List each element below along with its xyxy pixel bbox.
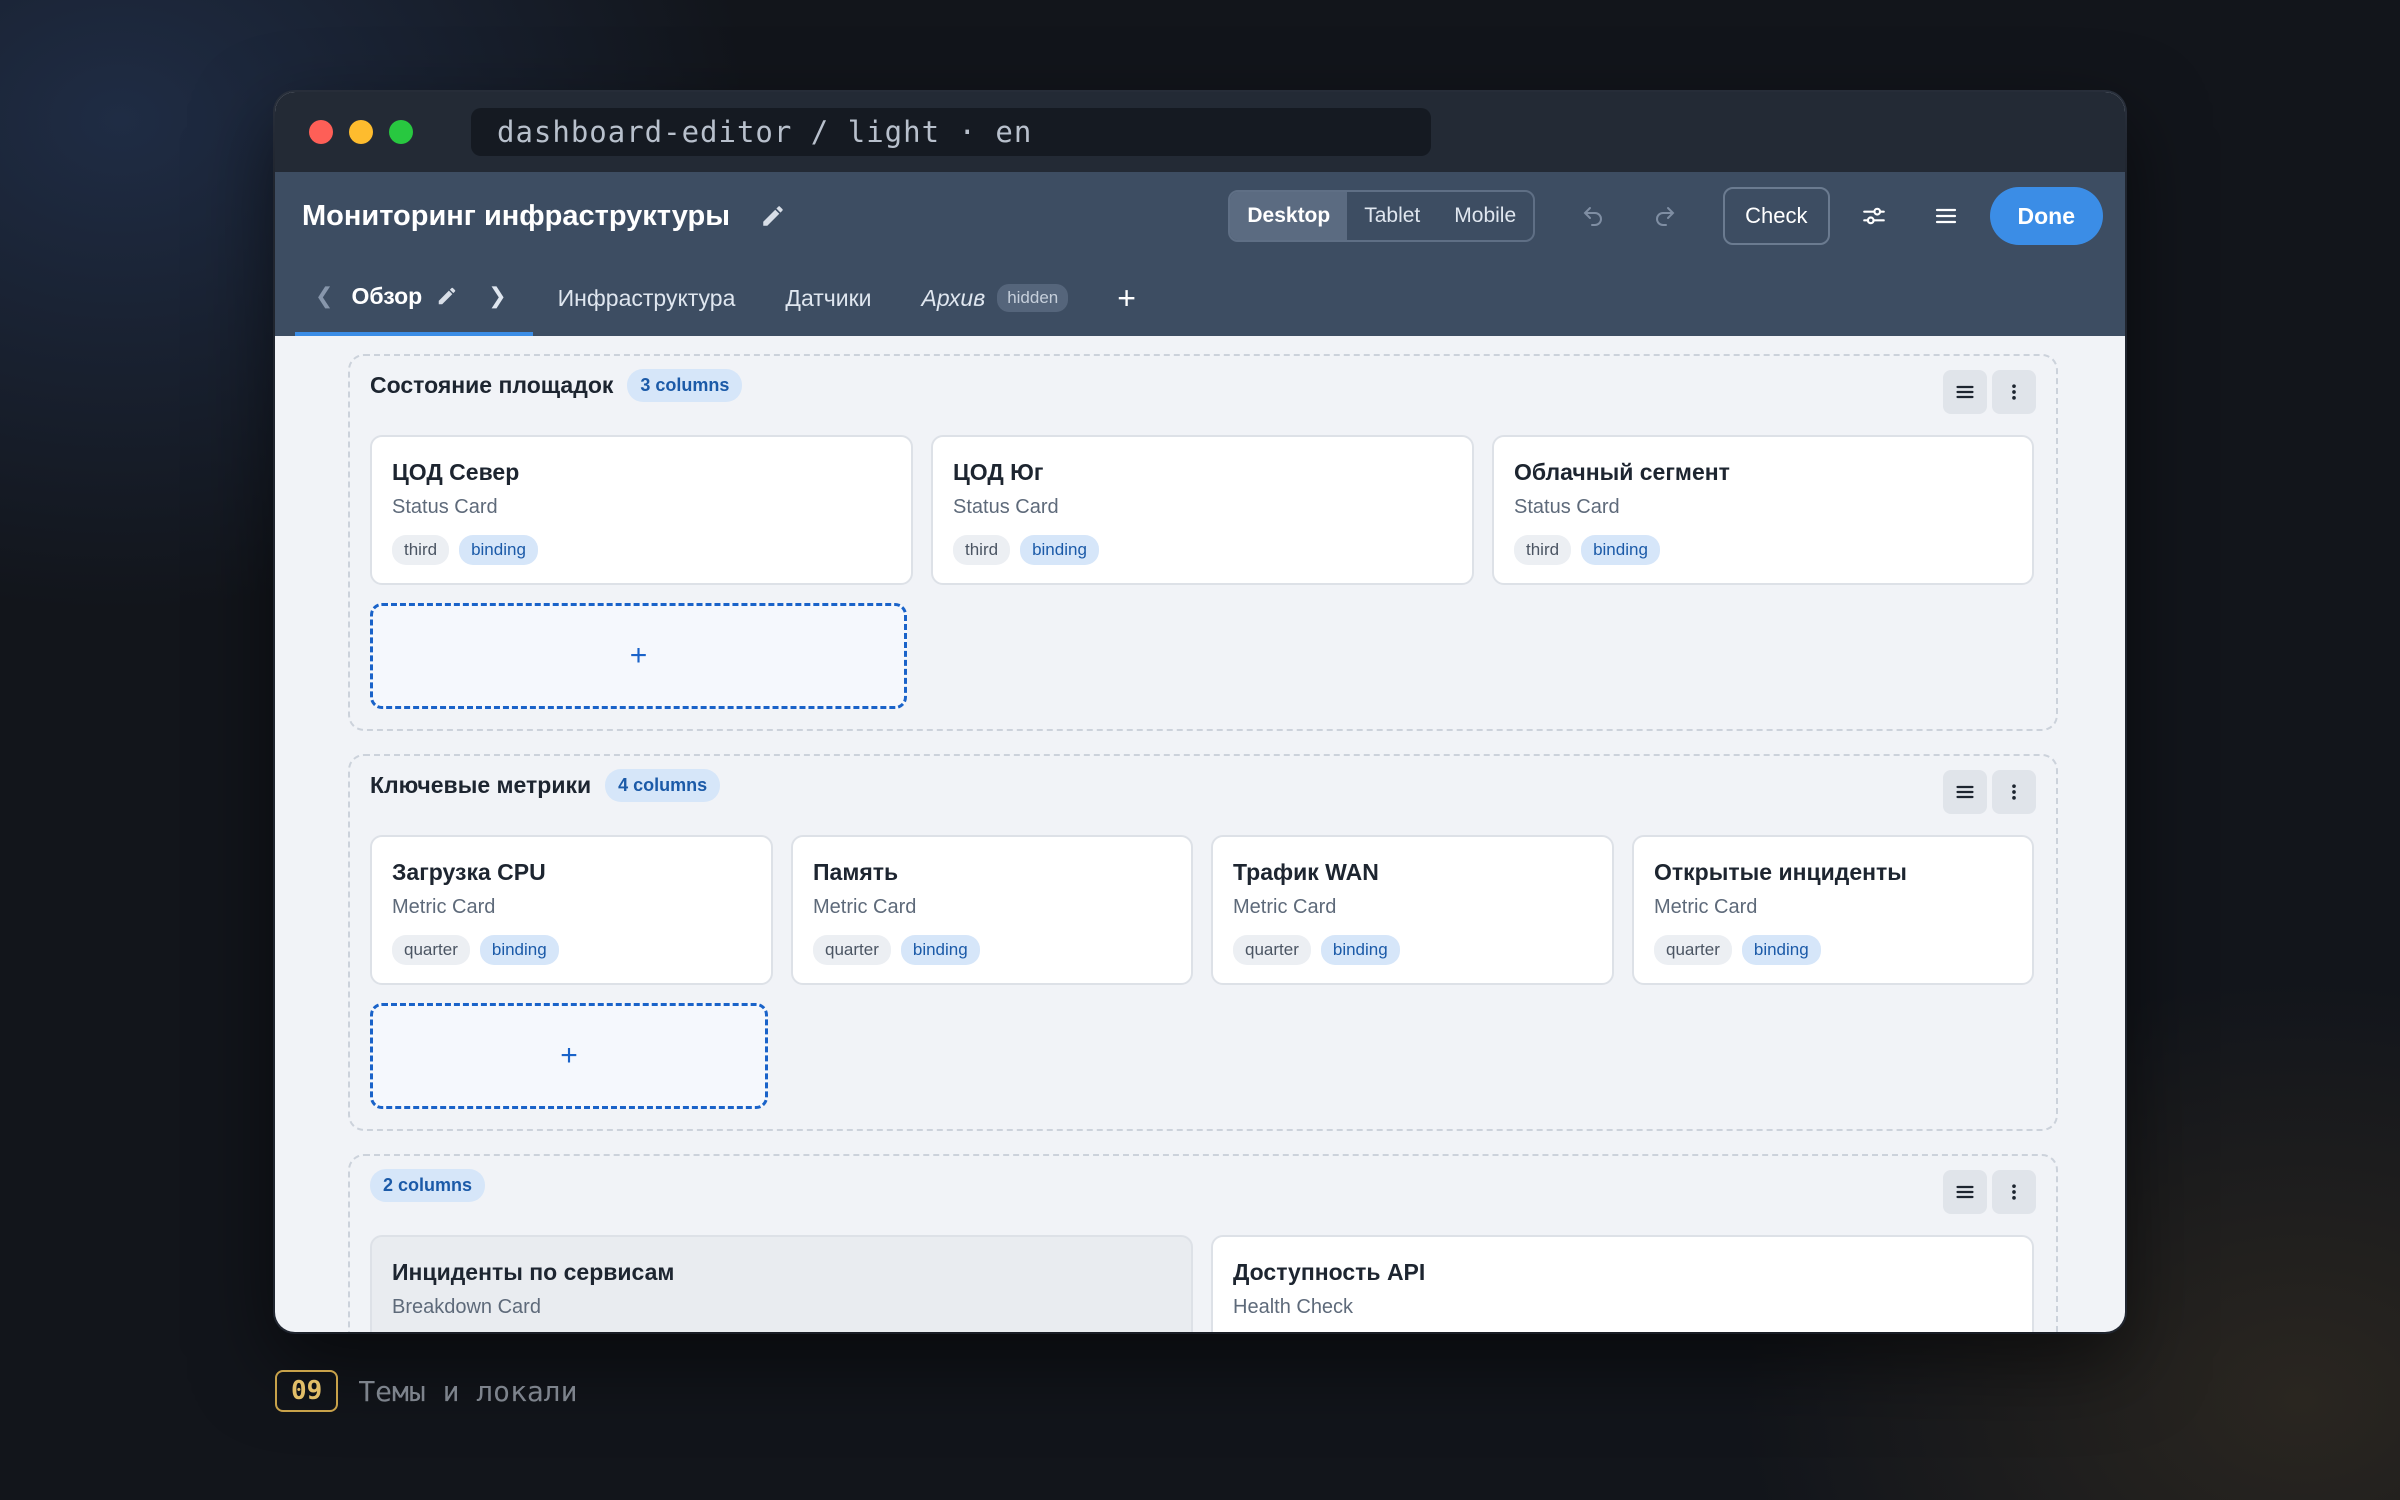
binding-tag: binding	[459, 535, 538, 565]
columns-badge[interactable]: 3 columns	[627, 369, 743, 402]
section-title: Состояние площадок	[370, 372, 614, 398]
binding-tag: binding	[1581, 535, 1660, 565]
viewport-switcher: Desktop Tablet Mobile	[1228, 190, 1536, 242]
widget-card[interactable]: Память Metric Card quarter binding	[791, 835, 1193, 985]
add-tab-button[interactable]: +	[1093, 260, 1160, 336]
card-title: ЦОД Север	[392, 459, 520, 485]
binding-tag: binding	[900, 935, 980, 965]
widget-card[interactable]: Доступность API Health Check	[1211, 1235, 2034, 1332]
binding-tag: binding	[479, 935, 559, 965]
close-window-button[interactable]	[309, 120, 333, 144]
sliders-icon[interactable]	[1846, 188, 1902, 244]
hidden-badge: hidden	[997, 284, 1069, 312]
section-title: Ключевые метрики	[370, 772, 592, 798]
menu-icon[interactable]	[1918, 188, 1974, 244]
tab-overview[interactable]: ❮ Обзор ❯	[295, 260, 533, 336]
tab-infrastructure[interactable]: Инфраструктура	[533, 260, 761, 336]
tab-sensors[interactable]: Датчики	[760, 260, 896, 336]
card-title: Облачный сегмент	[1514, 459, 1730, 485]
card-title: Загрузка CPU	[392, 859, 546, 885]
edit-tab-icon[interactable]	[436, 285, 458, 307]
size-tag: quarter	[1233, 935, 1311, 965]
viewport-mobile[interactable]: Mobile	[1437, 192, 1533, 240]
tab-archive[interactable]: Архив hidden	[897, 260, 1094, 336]
section-metrics: Ключевые метрики 4 columns Загрузка CPU …	[348, 754, 2058, 1131]
card-title: Инциденты по сервисам	[392, 1259, 675, 1285]
widget-card[interactable]: Загрузка CPU Metric Card quarter binding	[370, 835, 773, 985]
widget-card[interactable]: Открытые инциденты Metric Card quarter bi…	[1632, 835, 2034, 985]
binding-tag: binding	[1020, 535, 1099, 565]
reorder-icon[interactable]	[1943, 1170, 1987, 1214]
card-title: ЦОД Юг	[953, 459, 1044, 485]
reorder-icon[interactable]	[1943, 370, 1987, 414]
card-type: Health Check	[1233, 1296, 1354, 1318]
widget-card[interactable]: ЦОД Юг Status Card third binding	[931, 435, 1474, 585]
tab-archive-label: Архив	[921, 284, 986, 311]
redo-icon[interactable]	[1637, 188, 1693, 244]
window-titlebar: dashboard-editor / light · en	[275, 92, 2125, 172]
card-type: Metric Card	[392, 896, 496, 918]
widget-card[interactable]: Инциденты по сервисам Breakdown Card	[370, 1235, 1193, 1332]
more-options-icon[interactable]	[1992, 770, 2036, 814]
undo-icon[interactable]	[1565, 188, 1621, 244]
columns-badge[interactable]: 4 columns	[605, 769, 721, 802]
more-options-icon[interactable]	[1992, 370, 2036, 414]
binding-tag: binding	[1741, 935, 1821, 965]
add-widget-button[interactable]: +	[370, 1003, 768, 1109]
card-type: Metric Card	[1233, 896, 1337, 918]
card-title: Память	[813, 859, 899, 885]
card-type: Metric Card	[813, 896, 917, 918]
tab-overview-label: Обзор	[351, 282, 423, 309]
add-widget-button[interactable]: +	[370, 603, 907, 709]
card-type: Status Card	[392, 496, 498, 518]
reorder-icon[interactable]	[1943, 770, 1987, 814]
path-bar: dashboard-editor / light · en	[471, 108, 1431, 156]
widget-card[interactable]: Облачный сегмент Status Card third bindin…	[1492, 435, 2034, 585]
size-tag: third	[1514, 535, 1572, 565]
chevron-left-icon[interactable]: ❮	[315, 283, 333, 309]
card-type: Status Card	[953, 496, 1059, 518]
editor-canvas: Состояние площадок 3 columns ЦОД Север S…	[275, 336, 2125, 1332]
page-tabs: ❮ Обзор ❯ Инфраструктура Датчики Архив h…	[275, 260, 2125, 336]
check-button[interactable]: Check	[1723, 187, 1830, 245]
section-two-columns: 2 columns Инциденты по сервисам Breakdow…	[348, 1154, 2058, 1332]
done-button[interactable]: Done	[1989, 187, 2103, 245]
widget-card[interactable]: Трафик WAN Metric Card quarter binding	[1211, 835, 1614, 985]
slide-caption: 09 Темы и локали	[275, 1370, 577, 1412]
viewport-tablet[interactable]: Tablet	[1347, 192, 1437, 240]
card-title: Трафик WAN	[1233, 859, 1379, 885]
card-type: Status Card	[1514, 496, 1620, 518]
card-type: Metric Card	[1654, 896, 1758, 918]
binding-tag: binding	[1320, 935, 1400, 965]
section-sites: Состояние площадок 3 columns ЦОД Север S…	[348, 354, 2058, 731]
card-title: Доступность API	[1233, 1259, 1426, 1285]
columns-badge[interactable]: 2 columns	[370, 1169, 486, 1202]
size-tag: quarter	[392, 935, 470, 965]
viewport-desktop[interactable]: Desktop	[1230, 192, 1348, 240]
app-header: Мониторинг инфраструктуры Desktop Tablet…	[275, 172, 2125, 336]
edit-title-icon[interactable]	[760, 203, 786, 229]
chevron-right-icon[interactable]: ❯	[488, 283, 506, 309]
size-tag: third	[392, 535, 450, 565]
app-window: dashboard-editor / light · en Мониторинг…	[275, 92, 2125, 1332]
card-type: Breakdown Card	[392, 1296, 541, 1318]
dashboard-title: Мониторинг инфраструктуры	[302, 199, 730, 232]
caption-number: 09	[275, 1370, 339, 1412]
size-tag: third	[953, 535, 1011, 565]
minimize-window-button[interactable]	[349, 120, 373, 144]
caption-text: Темы и локали	[358, 1374, 578, 1408]
widget-card[interactable]: ЦОД Север Status Card third binding	[370, 435, 913, 585]
maximize-window-button[interactable]	[389, 120, 413, 144]
more-options-icon[interactable]	[1992, 1170, 2036, 1214]
size-tag: quarter	[1654, 935, 1732, 965]
size-tag: quarter	[813, 935, 891, 965]
card-title: Открытые инциденты	[1654, 859, 1907, 885]
